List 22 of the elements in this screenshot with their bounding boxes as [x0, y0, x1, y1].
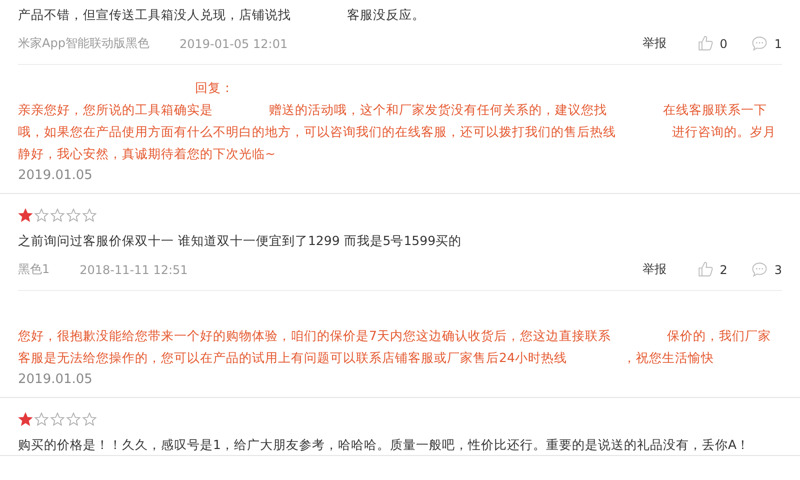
review-time: 2018-11-11 12:51 — [80, 262, 188, 276]
reply-date: 2019.01.05 — [18, 372, 94, 387]
product-variant: 黑色1 — [18, 261, 50, 278]
review-time: 2019-01-05 12:01 — [179, 36, 288, 50]
seller-reply: 亲亲您好，您所说的工具箱确实是 赠送的活动哦，这个和厂家发货没有任何关系的，建议您找 在线客服联系一下哦，如果您在产品使用方面有什么不明白的地方，可以咨询我们的在线客服，还可以拨打我们的售后热线 进行咨询的。岁月静好，我心安然，真诚期待着您的下次光临~ — [18, 101, 777, 163]
product-variant: 米家App智能联动版黑色 — [18, 35, 150, 52]
review-text: 购买的价格是！！久久，感叹号是1，给广大朋友参考，哈哈哈。质量一般吧，性价比还行。重要的是说送的礼品没有，丢你A！ — [18, 436, 751, 454]
report-link[interactable]: 举报 — [642, 261, 667, 278]
reply-count: 3 — [774, 262, 782, 276]
comment-icon[interactable] — [751, 35, 768, 52]
thumbs-up-icon[interactable] — [696, 35, 714, 52]
reply-count: 1 — [774, 36, 782, 50]
reply-date: 2019.01.05 — [18, 168, 94, 183]
seller-reply: 您好，很抱歉没能给您带来一个好的购物体验，咱们的保价是7天内您这边确认收货后，您这边直接联系 保价的，我们厂家客服是无法给您操作的，您可以在产品的试用上有问题可以联系店铺客服或厂家售后24小时热线 ，祝您生活愉快 — [18, 327, 772, 367]
reply-label: 回复： — [195, 80, 234, 95]
report-link[interactable]: 举报 — [642, 35, 667, 52]
thumbs-up-icon[interactable] — [696, 261, 714, 278]
review-text: 产品不错，但宣传送工具箱没人兑现，店铺说找 客服没反应。 — [18, 6, 426, 24]
review-text: 之前询问过客服价保双十一 谁知道双十一便宜到了1299 而我是5号1599买的 — [18, 232, 463, 250]
comment-icon[interactable] — [751, 261, 768, 278]
like-count: 0 — [720, 36, 728, 50]
like-count: 2 — [720, 262, 728, 276]
